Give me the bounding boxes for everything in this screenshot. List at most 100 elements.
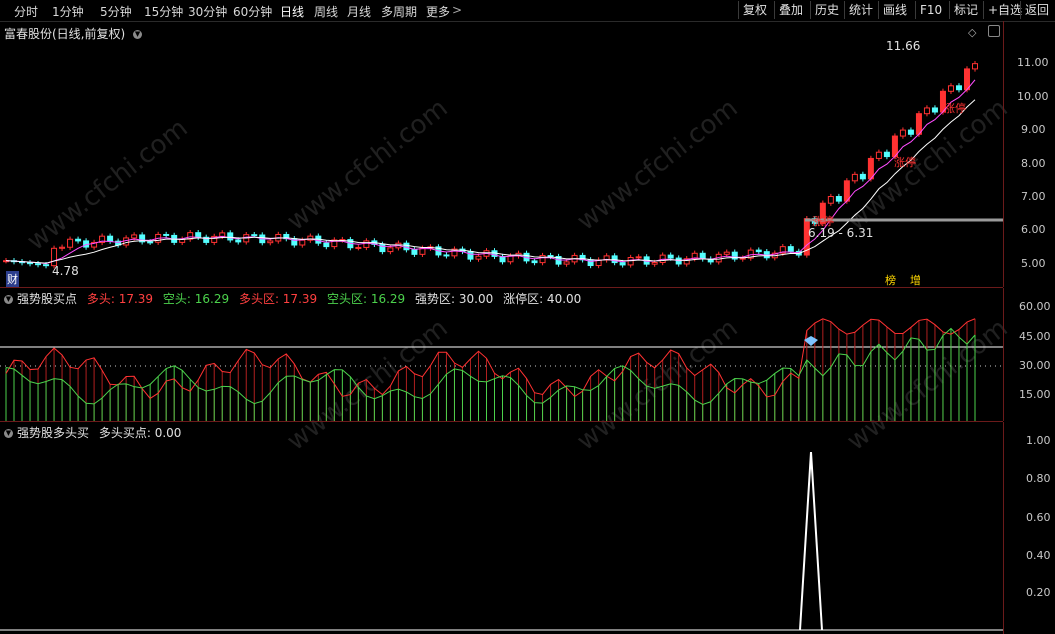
indicator2-axis: 1.00 0.80 0.60 0.40 0.20 — [1003, 422, 1055, 634]
ind2-tick: 1.00 — [1026, 434, 1051, 447]
candle-body — [531, 260, 538, 264]
limit-up-tag: 涨停 — [812, 215, 834, 228]
huaxian-button[interactable]: 画线 — [878, 1, 911, 19]
candle-body — [539, 255, 546, 264]
candle-body — [467, 250, 474, 260]
candle-body — [667, 254, 674, 259]
candle-body — [27, 262, 34, 265]
candle-body — [43, 264, 50, 267]
candle-body — [67, 238, 74, 248]
duo-line — [5, 318, 976, 400]
back-button[interactable]: 返回 — [1020, 1, 1053, 19]
candle-body — [899, 129, 906, 137]
high-price-label: 11.66 — [886, 39, 921, 53]
price-tick: 11.00 — [1017, 56, 1049, 69]
period-15min[interactable]: 15分钟 — [144, 3, 183, 20]
candle-body — [907, 129, 914, 135]
ind2-tick: 0.60 — [1026, 511, 1051, 524]
zeng-marker[interactable]: 增 — [910, 272, 921, 288]
candle-body — [563, 261, 570, 265]
price-tick: 10.00 — [1017, 90, 1049, 103]
candle-body — [923, 107, 930, 115]
candle-body — [859, 173, 866, 180]
period-more[interactable]: 更多 — [426, 3, 450, 20]
period-toolbar: 分时 1分钟 5分钟 15分钟 30分钟 60分钟 日线 周线 月线 多周期 更… — [0, 0, 1055, 22]
candle-body — [251, 234, 258, 237]
limit-up-tag: 涨停 — [894, 156, 916, 169]
candle-body — [411, 249, 418, 255]
lishi-button[interactable]: 历史 — [810, 1, 843, 19]
candle-body — [227, 232, 234, 241]
candle-body — [35, 263, 42, 266]
price-tick: 9.00 — [1021, 123, 1046, 136]
candle-body — [363, 240, 370, 248]
candle-body — [355, 246, 362, 249]
ind1-tick: 45.00 — [1019, 330, 1051, 343]
candle-body — [827, 196, 834, 204]
fuquan-button[interactable]: 复权 — [738, 1, 771, 19]
candle-body — [947, 85, 954, 92]
chevron-right-icon[interactable]: > — [452, 3, 462, 17]
candle-body — [235, 239, 242, 243]
period-multi[interactable]: 多周期 — [381, 3, 417, 20]
candle-body — [59, 246, 66, 249]
indicator1-axis: 60.00 45.00 30.00 15.00 — [1003, 288, 1055, 421]
period-monthly[interactable]: 月线 — [347, 3, 371, 20]
candle-body — [635, 256, 642, 259]
candle-body — [267, 240, 274, 244]
candle-body — [883, 151, 890, 158]
ind1-tick: 15.00 — [1019, 388, 1051, 401]
candle-body — [387, 247, 394, 253]
period-1min[interactable]: 1分钟 — [52, 3, 84, 20]
candle-body — [755, 249, 762, 253]
candle-body — [163, 233, 170, 236]
candle-body — [851, 173, 858, 182]
ind2-tick: 0.40 — [1026, 549, 1051, 562]
f10-button[interactable]: F10 — [915, 1, 946, 19]
candle-body — [123, 237, 130, 246]
candle-body — [723, 251, 730, 255]
candle-body — [75, 238, 82, 242]
period-30min[interactable]: 30分钟 — [188, 3, 227, 20]
candle-body — [972, 63, 978, 70]
low-price-label: 4.78 — [52, 264, 79, 278]
candle-body — [843, 180, 850, 202]
candle-body — [867, 157, 874, 180]
candle-body — [787, 246, 794, 252]
ind2-tick: 0.80 — [1026, 472, 1051, 485]
limit-up-tag: 涨停 — [944, 102, 966, 115]
candle-body — [131, 234, 138, 239]
period-5min[interactable]: 5分钟 — [100, 3, 132, 20]
signal-spike — [799, 451, 823, 631]
period-weekly[interactable]: 周线 — [314, 3, 338, 20]
candle-body — [475, 255, 482, 260]
candle-body — [547, 255, 554, 258]
candle-body — [107, 235, 114, 242]
candle-body — [195, 232, 202, 238]
candle-body — [147, 241, 154, 244]
candle-body — [963, 68, 970, 91]
indicator2-chart — [0, 451, 1003, 631]
candle-body — [299, 239, 306, 246]
candle-body — [875, 151, 882, 159]
tongji-button[interactable]: 统计 — [844, 1, 877, 19]
ind1-tick: 60.00 — [1019, 300, 1051, 313]
finance-marker[interactable]: 财 — [6, 271, 19, 287]
biaoji-button[interactable]: 标记 — [949, 1, 982, 19]
period-daily[interactable]: 日线 — [280, 3, 304, 20]
diejia-button[interactable]: 叠加 — [774, 1, 807, 19]
price-axis: 11.00 10.00 9.00 8.00 7.00 6.00 5.00 — [1003, 21, 1055, 287]
candle-body — [835, 196, 842, 202]
ind2-tick: 0.20 — [1026, 586, 1051, 599]
price-tick: 5.00 — [1021, 257, 1046, 270]
candle-body — [915, 113, 922, 135]
candle-body — [955, 85, 962, 91]
bang-marker[interactable]: 榜 — [885, 272, 896, 288]
indicator1-chart — [0, 318, 1003, 421]
period-fenshi[interactable]: 分时 — [14, 3, 38, 20]
period-60min[interactable]: 60分钟 — [233, 3, 272, 20]
price-tick: 8.00 — [1021, 157, 1046, 170]
price-tick: 6.00 — [1021, 223, 1046, 236]
candle-body — [931, 107, 938, 113]
candle-body — [443, 254, 450, 257]
